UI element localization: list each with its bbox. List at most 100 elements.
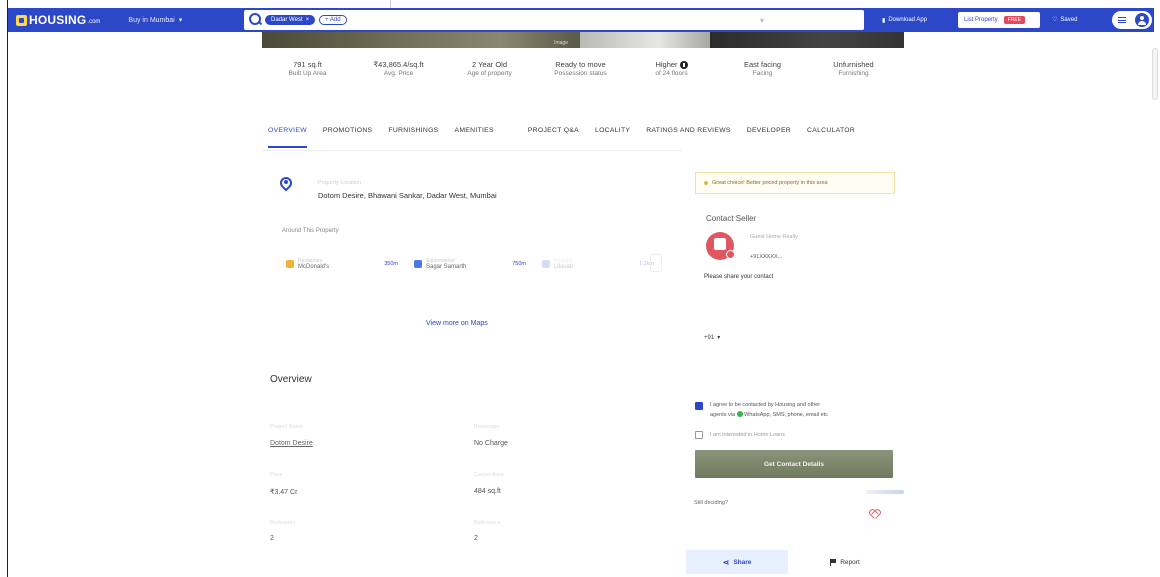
share-contact-prompt: Please share your contact (704, 274, 774, 280)
profile-menu[interactable] (1112, 11, 1152, 29)
search-chip[interactable]: Dadar West × (265, 15, 316, 25)
search-icon (249, 13, 263, 27)
close-icon[interactable]: × (306, 17, 310, 23)
stat-item: Higher of 24 floors (626, 60, 717, 78)
city-selector[interactable]: Buy in Mumbai ▾ (128, 16, 183, 25)
country-code-select[interactable]: +91 ▾ (704, 334, 720, 342)
address-caption: Property Location (318, 180, 362, 186)
overview-label: Project Name (270, 424, 304, 430)
report-button[interactable]: Report (800, 550, 890, 574)
flag-icon (830, 558, 837, 566)
stat-label: Furnishing (838, 70, 869, 77)
overview-value: 484 sq.ft (474, 488, 501, 495)
poi-card[interactable]: Supermarket Sagar Samarth 750m (410, 250, 530, 278)
carousel-next-button[interactable] (650, 254, 662, 272)
photo-thumbnail[interactable] (580, 32, 710, 48)
seller-avatar (706, 232, 735, 260)
stat-item: East facing Facing (717, 60, 808, 78)
window-edge (7, 0, 8, 577)
download-app-button[interactable]: ▮ Download App (882, 17, 927, 24)
tab-project-qa[interactable]: PROJECT Q&A (528, 127, 579, 148)
info-icon[interactable] (679, 61, 688, 70)
city-label: Buy in Mumbai (128, 16, 175, 24)
consent-line: I agree to be contacted by Housing and o… (710, 402, 821, 408)
housing-logo[interactable]: HOUSING .com (16, 13, 100, 27)
stat-label: Age of property (467, 70, 512, 77)
stat-label: Avg. Price (383, 70, 414, 77)
poi-carousel: Restaurant McDonald's 350m Supermarket Sag… (282, 250, 662, 278)
consent-line: WhatsApp, SMS, phone, email etc (744, 411, 828, 418)
overview-value: 2 (474, 535, 478, 542)
notice-text: Great choice! Better priced property in … (712, 180, 828, 186)
top-divider (390, 0, 391, 8)
saved-button[interactable]: ♡ Saved (1052, 16, 1078, 24)
stat-item: 791 sq.ft Built Up Area (262, 60, 353, 78)
poi-distance: 350m (384, 261, 398, 267)
stat-item: Unfurnished Furnishing (808, 60, 899, 78)
tab-developer[interactable]: DEVELOPER (747, 127, 791, 148)
add-location-button[interactable]: + Add (319, 15, 347, 25)
get-contact-details-button[interactable]: Get Contact Details (695, 450, 893, 478)
photo-thumbnail[interactable] (262, 32, 380, 48)
stat-value: 791 sq.ft (293, 60, 322, 69)
shop-icon (414, 260, 422, 268)
property-address: Dotom Desire, Bhawani Sankar, Dadar West… (318, 191, 497, 200)
home-loan-checkbox[interactable] (695, 431, 703, 439)
overview-heading: Overview (270, 374, 312, 385)
tab-furnishings[interactable]: FURNISHINGS (388, 127, 438, 148)
seller-name: Guest Home Realty (750, 234, 798, 240)
chevron-down-icon: ▾ (178, 17, 183, 24)
country-code-value: +91 (704, 334, 715, 341)
overview-label: Price (270, 472, 283, 478)
stat-label: Built Up Area (288, 70, 327, 77)
poi-card[interactable]: Restaurant McDonald's 350m (282, 250, 402, 278)
report-label: Report (840, 558, 860, 566)
free-badge: FREE (1003, 16, 1026, 24)
still-deciding-label: Still deciding? (694, 500, 728, 506)
tab-ratings-reviews[interactable]: RATINGS AND REVIEWS (646, 127, 731, 148)
share-icon: ⋖ (722, 557, 730, 567)
overview-label: Bathrooms (474, 520, 501, 526)
overview-label: Carpet Area (474, 472, 504, 478)
stat-label: of 24 floors (655, 70, 688, 78)
property-photo-strip[interactable]: Image (262, 32, 904, 48)
heart-icon[interactable] (869, 510, 879, 519)
price-notice-banner: Great choice! Better priced property in … (695, 172, 895, 194)
tab-calculator[interactable]: CALCULATOR (807, 127, 855, 148)
stat-label: Facing (752, 70, 773, 77)
overview-label: Bedrooms (270, 520, 296, 526)
home-loan-label: I am interested in Home Loans (710, 432, 785, 438)
top-navbar: HOUSING .com Buy in Mumbai ▾ Dadar West … (8, 8, 1154, 32)
share-button[interactable]: ⋖ Share (686, 550, 788, 574)
stat-value: ₹43,865.4/sq.ft (373, 60, 424, 69)
list-property-button[interactable]: List Property FREE (958, 12, 1040, 28)
whatsapp-icon (736, 411, 743, 418)
photo-thumbnail[interactable] (710, 32, 904, 48)
scrollbar[interactable] (1152, 48, 1158, 100)
logo-text: HOUSING (29, 13, 87, 27)
tab-locality[interactable]: LOCALITY (595, 127, 630, 148)
poi-card[interactable]: Hospital Lilavati 1.2km (538, 250, 658, 278)
notice-icon (704, 181, 708, 185)
saved-label: Saved (1060, 16, 1078, 23)
search-bar[interactable]: Dadar West × + Add ▾ (244, 10, 864, 30)
photo-thumbnail[interactable]: Image (380, 32, 580, 48)
poi-name: Sagar Samarth (426, 264, 467, 270)
project-name-link[interactable]: Dotom Desire (270, 440, 313, 447)
overview-value: 2 (270, 535, 274, 542)
tab-amenities[interactable]: AMENITIES (455, 127, 494, 148)
decorative-bar (866, 490, 904, 494)
contact-seller-title: Contact Seller (706, 214, 757, 223)
view-more-on-maps-link[interactable]: View more on Maps (426, 320, 488, 327)
seller-phone: +91XXXXX... (750, 254, 783, 260)
consent-text: I agree to be contacted by Housing and o… (710, 401, 890, 421)
tab-divider (262, 150, 682, 151)
tab-promotions[interactable]: PROMOTIONS (323, 127, 372, 148)
stat-value: Ready to move (555, 60, 606, 69)
consent-line: agents via (710, 411, 736, 418)
chevron-down-icon[interactable]: ▾ (760, 16, 764, 25)
search-chip-label: Dadar West (271, 17, 303, 23)
tab-overview[interactable]: OVERVIEW (268, 127, 307, 148)
consent-checkbox[interactable] (695, 402, 703, 410)
stat-value: Higher (655, 60, 678, 69)
